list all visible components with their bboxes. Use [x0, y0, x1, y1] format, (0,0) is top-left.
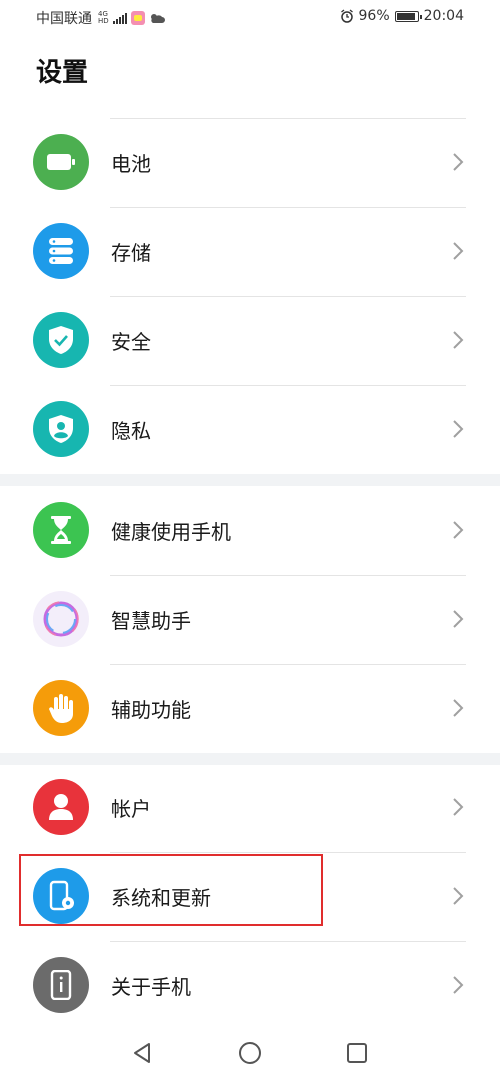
chevron-right-icon: [453, 331, 464, 349]
divider: [110, 118, 466, 119]
status-left: 中国联通 4G HD: [36, 8, 165, 28]
settings-item-smart-assistant[interactable]: 智慧助手: [0, 575, 500, 664]
signal-icon: [112, 12, 127, 24]
chevron-right-icon: [453, 976, 464, 994]
navigation-bar: [0, 1025, 500, 1083]
settings-item-label: 电池: [111, 152, 151, 176]
account-icon: [33, 779, 89, 835]
highlight-box: [19, 854, 323, 926]
status-bar: 中国联通 4G HD 96% 20:04: [0, 0, 500, 36]
phone-info-icon: [33, 957, 89, 1013]
settings-item-label: 健康使用手机: [111, 520, 231, 544]
recents-icon[interactable]: [345, 1041, 369, 1065]
clock: 20:04: [423, 8, 464, 24]
settings-item-label: 智慧助手: [111, 609, 191, 633]
assistant-ring-icon: [33, 591, 89, 647]
settings-item-label: 存储: [111, 241, 151, 265]
back-icon[interactable]: [131, 1041, 155, 1065]
notification-app-icon: [130, 11, 145, 25]
carrier-name: 中国联通: [36, 11, 92, 27]
settings-item-label: 辅助功能: [111, 698, 191, 722]
settings-item-storage[interactable]: 存储: [0, 207, 500, 296]
chevron-right-icon: [453, 420, 464, 438]
network-type: 4G HD: [98, 10, 109, 25]
settings-item-about-phone[interactable]: 关于手机: [0, 941, 500, 1030]
settings-item-label: 帐户: [111, 797, 151, 821]
chevron-right-icon: [453, 699, 464, 717]
divider: [110, 575, 466, 576]
chevron-right-icon: [453, 521, 464, 539]
status-right: 96% 20:04: [340, 8, 464, 24]
settings-item-security[interactable]: 安全: [0, 296, 500, 385]
settings-item-accounts[interactable]: 帐户: [0, 763, 500, 852]
battery-icon: [33, 134, 89, 190]
settings-item-digital-balance[interactable]: 健康使用手机: [0, 486, 500, 575]
battery-status-icon: [394, 10, 422, 22]
settings-item-battery[interactable]: 电池: [0, 118, 500, 207]
divider: [110, 385, 466, 386]
settings-item-privacy[interactable]: 隐私: [0, 385, 500, 474]
settings-item-label: 安全: [111, 330, 151, 354]
settings-item-label: 关于手机: [111, 975, 191, 999]
storage-icon: [33, 223, 89, 279]
privacy-icon: [33, 401, 89, 457]
home-icon[interactable]: [238, 1041, 262, 1065]
group-separator: [0, 474, 500, 486]
shield-check-icon: [33, 312, 89, 368]
chevron-right-icon: [453, 153, 464, 171]
chevron-right-icon: [453, 242, 464, 260]
hand-icon: [33, 680, 89, 736]
chevron-right-icon: [453, 887, 464, 905]
divider: [110, 664, 466, 665]
hourglass-icon: [33, 502, 89, 558]
battery-percent: 96%: [358, 8, 390, 24]
chevron-right-icon: [453, 610, 464, 628]
divider: [110, 207, 466, 208]
divider: [110, 852, 466, 853]
settings-item-label: 隐私: [111, 419, 151, 443]
chevron-right-icon: [453, 798, 464, 816]
weather-icon: [150, 14, 165, 23]
divider: [110, 941, 466, 942]
alarm-icon: [340, 9, 353, 23]
page-title: 设置: [36, 58, 89, 88]
divider: [110, 296, 466, 297]
settings-item-accessibility[interactable]: 辅助功能: [0, 664, 500, 753]
